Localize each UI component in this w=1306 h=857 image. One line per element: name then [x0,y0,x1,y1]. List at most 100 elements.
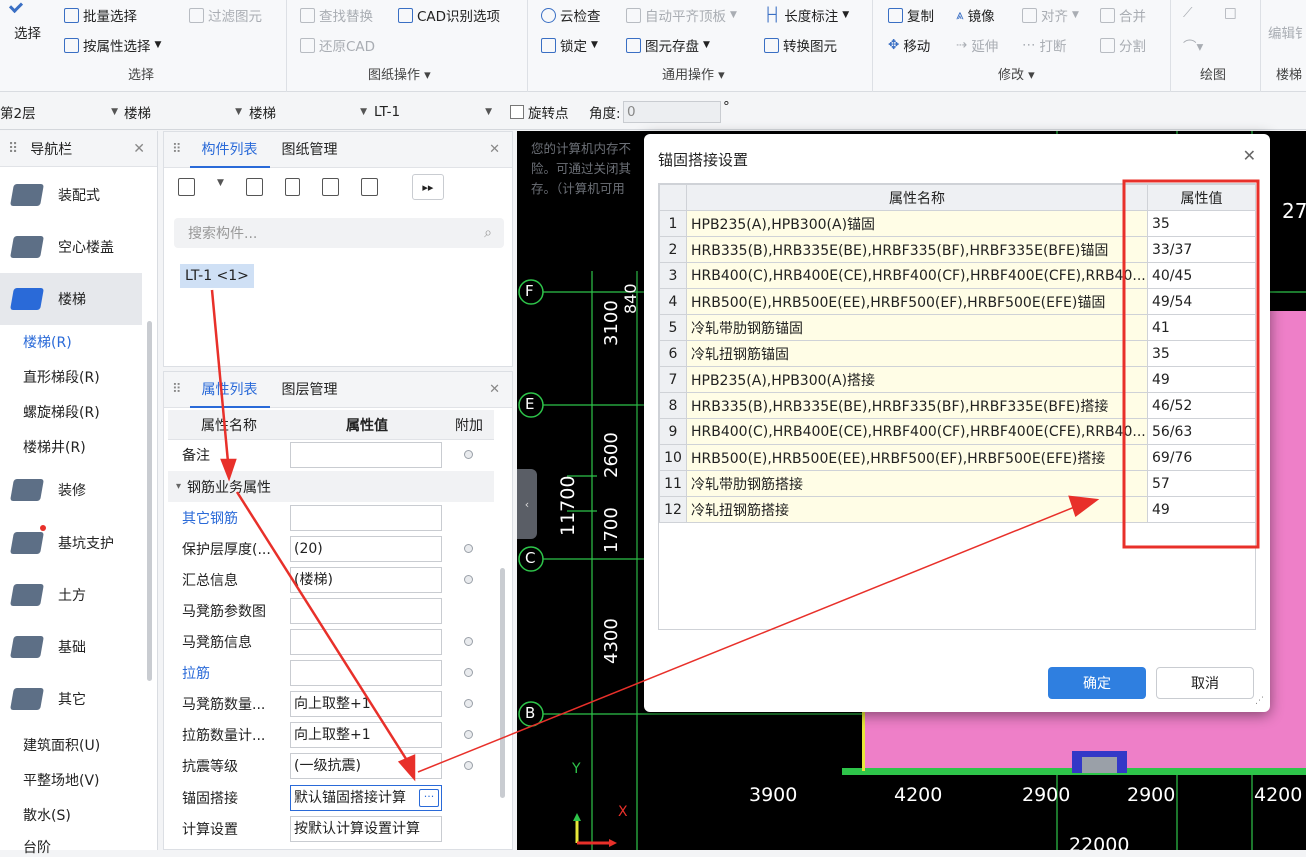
cloud-check-button[interactable]: 云检查 [541,5,601,25]
close-icon[interactable]: ✕ [1243,146,1256,165]
nav-cat-prefab[interactable]: 装配式 [0,169,142,221]
table-row[interactable]: 9 HRB400(C),HRB400E(CE),HRBF400(CF),HRBF4… [659,418,1257,445]
extra-radio[interactable] [464,761,473,770]
collapse-panel-handle[interactable]: ‹ [517,469,537,539]
ok-button[interactable]: 确定 [1048,667,1146,699]
element-save-button[interactable]: 图元存盘 ▼ [626,35,710,55]
extra-radio[interactable] [464,730,473,739]
table-row[interactable]: 6 冷轧扭钢筋锚固 35 [659,340,1257,367]
row-attr-value[interactable]: 46/52 [1146,392,1257,419]
row-attr-value[interactable]: 40/45 [1146,262,1257,289]
row-attr-value[interactable]: 49/54 [1146,288,1257,315]
nav-item-step[interactable]: 台阶 [23,837,51,857]
select-big-icon[interactable] [8,0,24,14]
move-button[interactable]: ✥ 移动 [888,35,930,55]
table-row[interactable]: 2 HRB335(B),HRB335E(BE),HRBF335(BF),HRBF3… [659,236,1257,263]
sort-icon[interactable] [360,178,378,196]
cancel-button[interactable]: 取消 [1156,667,1254,699]
nav-item-stairwell[interactable]: 楼梯井(R) [23,437,86,457]
prop-value[interactable]: (20) [290,535,442,562]
extra-radio[interactable] [464,668,473,677]
prop-value[interactable]: 向上取整+1 [290,690,442,717]
layer-copy-icon[interactable] [321,178,339,196]
table-row[interactable]: 7 HPB235(A),HPB300(A)搭接 49 [659,366,1257,393]
align-button[interactable]: 对齐 ▼ [1022,5,1079,25]
lock-button[interactable]: 锁定 ▼ [541,35,598,55]
search-input[interactable]: 搜索构件... ⌕ [174,218,504,248]
nav-cat-earthwork[interactable]: 土方 [0,569,142,621]
mirror-button[interactable]: ⩓ 镜像 [956,5,995,25]
copy-button[interactable]: 复制 [888,5,934,25]
more-icon[interactable]: ▸▸ [411,174,444,200]
category-select[interactable]: 楼梯 ▼ [124,101,242,123]
new-component-icon[interactable] [178,178,195,196]
drag-handle-icon[interactable]: ⠿ [8,141,18,157]
find-replace-button[interactable]: 查找替换 [300,5,373,25]
row-attr-value[interactable]: 56/63 [1146,418,1257,445]
prop-value[interactable] [290,628,442,655]
prop-group-row[interactable]: ▾ 钢筋业务属性 [168,471,494,502]
prop-value[interactable] [290,441,442,468]
table-row[interactable]: 5 冷轧带肋钢筋锚固 41 [659,314,1257,341]
copy-component-icon[interactable] [245,178,263,196]
property-scrollbar[interactable] [500,568,505,798]
nav-item-straight-flight[interactable]: 直形梯段(R) [23,367,100,387]
rect-tool-icon[interactable]: □ [1224,5,1237,21]
batch-select-button[interactable]: 批量选择 [64,5,137,25]
auto-align-button[interactable]: 自动平齐顶板 ▼ [626,5,737,25]
row-attr-value[interactable]: 49 [1146,496,1257,523]
table-row[interactable]: 8 HRB335(B),HRB335E(BE),HRBF335(BF),HRBF3… [659,392,1257,419]
restore-cad-button[interactable]: 还原CAD [300,35,375,55]
close-icon[interactable]: ✕ [489,382,500,397]
row-attr-value[interactable]: 49 [1146,366,1257,393]
prop-value[interactable] [290,597,442,624]
table-row[interactable]: 1 HPB235(A),HPB300(A)锚固 35 [659,210,1257,237]
nav-cat-pit-support[interactable]: 基坑支护 [0,517,142,569]
tab-property-list[interactable]: 属性列表 [189,372,270,408]
rotate-point-checkbox[interactable]: 旋转点 [510,101,569,123]
extra-radio[interactable] [464,637,473,646]
prop-value[interactable]: 向上取整+1 [290,721,442,748]
prop-value[interactable] [290,504,442,531]
filter-element-button[interactable]: 过滤图元 [189,5,262,25]
table-row[interactable]: 4 HRB500(E),HRB500E(EE),HRBF500(EF),HRBF5… [659,288,1257,315]
tab-layer-manage[interactable]: 图层管理 [270,372,350,408]
nav-scrollbar[interactable] [147,321,152,681]
nav-cat-foundation[interactable]: 基础 [0,621,142,673]
extra-radio[interactable] [464,699,473,708]
nav-item-site-leveling[interactable]: 平整场地(V) [23,770,100,790]
component-item[interactable]: LT-1 <1> [180,264,254,288]
close-icon[interactable]: ✕ [489,142,500,157]
extra-radio[interactable] [464,544,473,553]
drag-handle-icon[interactable]: ⠿ [172,142,182,157]
delete-icon[interactable] [284,178,300,196]
convert-element-button[interactable]: 转换图元 [764,35,837,55]
floor-select[interactable]: 第2层 ▼ [0,101,118,123]
prop-value[interactable]: (一级抗震) [290,752,442,779]
row-attr-value[interactable]: 41 [1146,314,1257,341]
close-icon[interactable]: ✕ [133,141,145,157]
merge-button[interactable]: 合并 [1100,5,1146,25]
break-button[interactable]: ⋯ 打断 [1022,35,1067,55]
type-select[interactable]: 楼梯 ▼ [249,101,367,123]
ellipsis-button[interactable]: ··· [419,788,439,807]
table-row[interactable]: 11 冷轧带肋钢筋搭接 57 [659,470,1257,497]
nav-cat-hollow-floor[interactable]: 空心楼盖 [0,221,142,273]
table-row[interactable]: 3 HRB400(C),HRB400E(CE),HRBF400(CF),HRBF4… [659,262,1257,289]
row-attr-value[interactable]: 35 [1146,340,1257,367]
tab-drawing-manage[interactable]: 图纸管理 [270,132,350,168]
anchor-lap-value[interactable]: 默认锚固搭接计算 ··· [290,784,442,811]
extend-button[interactable]: ⇢ 延伸 [956,35,998,55]
nav-item-stair[interactable]: 楼梯(R) [23,332,72,352]
nav-cat-decoration[interactable]: 装修 [0,464,142,516]
prop-value[interactable]: 按默认计算设置计算 [290,815,442,842]
nav-item-building-area[interactable]: 建筑面积(U) [23,735,100,755]
row-attr-value[interactable]: 57 [1146,470,1257,497]
nav-cat-other[interactable]: 其它 [0,673,142,725]
resize-grip-icon[interactable]: ⋰ [1255,696,1264,706]
prop-value[interactable]: (楼梯) [290,566,442,593]
extra-radio[interactable] [464,575,473,584]
length-mark-button[interactable]: ├┤ 长度标注 ▼ [764,5,849,25]
row-attr-value[interactable]: 33/37 [1146,236,1257,263]
attr-select-button[interactable]: 按属性选择 ▼ [64,35,161,55]
